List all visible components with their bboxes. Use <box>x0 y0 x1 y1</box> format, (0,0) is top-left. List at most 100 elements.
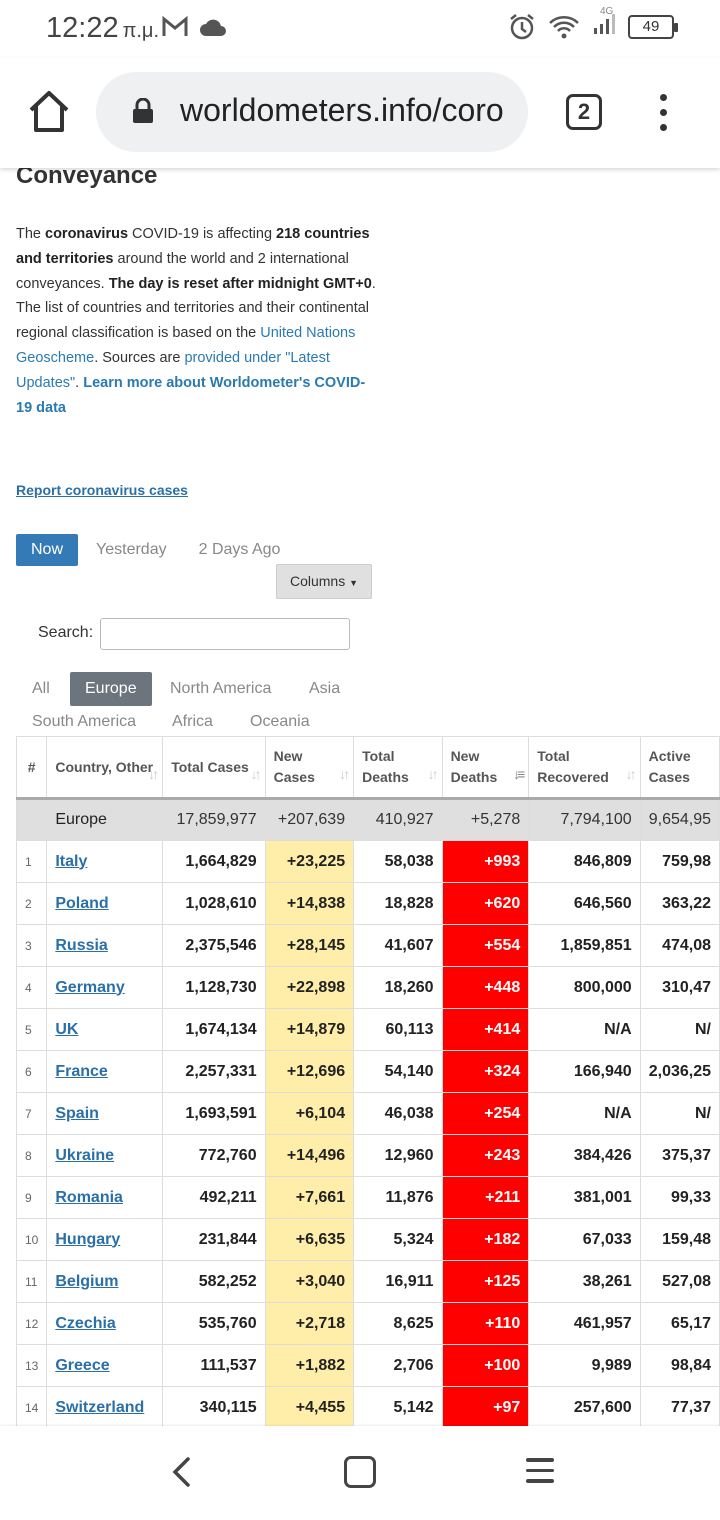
address-bar[interactable]: worldometers.info/coro <box>96 72 528 152</box>
cell-total-cases: 1,693,591 <box>162 1092 266 1135</box>
cell-country: UK <box>46 1008 164 1051</box>
header-new-cases[interactable]: New Cases ↓↑ <box>264 736 355 799</box>
section-heading: Conveyance <box>16 168 158 189</box>
search-input[interactable] <box>100 618 350 650</box>
cell-country: Spain <box>46 1092 164 1135</box>
cell-total-recovered: 846,809 <box>528 840 641 883</box>
signal-icon: 4G <box>592 6 616 41</box>
cell-active-cases: 65,17 <box>639 1302 720 1345</box>
header-country[interactable]: Country, Other ↓↑ <box>46 736 164 799</box>
cell-num: 4 <box>15 966 48 1009</box>
country-link[interactable]: Greece <box>55 1357 109 1374</box>
cell-num: 3 <box>15 924 48 967</box>
cell-num: 12 <box>15 1302 48 1345</box>
cell-new-deaths: +182 <box>441 1218 530 1261</box>
cell-new-cases: +28,145 <box>264 924 355 967</box>
cell-new-cases: +14,496 <box>264 1134 355 1177</box>
back-icon[interactable] <box>170 1456 192 1488</box>
tab-now[interactable]: Now <box>16 534 79 566</box>
country-link[interactable]: Germany <box>55 979 124 996</box>
cell-total-deaths: 18,828 <box>353 882 443 925</box>
country-link[interactable]: Poland <box>55 895 108 912</box>
country-link[interactable]: Russia <box>55 937 107 954</box>
url-text[interactable]: worldometers.info/coro <box>180 92 510 129</box>
tab-all[interactable]: All <box>32 680 50 698</box>
country-link[interactable]: Belgium <box>55 1273 118 1290</box>
country-link[interactable]: France <box>55 1063 107 1080</box>
country-link[interactable]: Italy <box>55 853 87 870</box>
header-new-deaths[interactable]: New Deaths ↓≡ <box>441 736 530 799</box>
cell-new-cases: +14,838 <box>264 882 355 925</box>
tab-oceania[interactable]: Oceania <box>250 713 310 731</box>
cell-new-deaths: +97 <box>441 1386 530 1426</box>
cell-total-recovered: 800,000 <box>528 966 641 1009</box>
cell-total-recovered: N/A <box>528 1092 641 1135</box>
intro-paragraph: The coronavirus COVID-19 is affecting 21… <box>16 226 376 416</box>
country-link[interactable]: Romania <box>55 1189 123 1206</box>
gmail-icon <box>162 16 188 36</box>
cell-total-cases: 2,375,546 <box>162 924 266 967</box>
table-row: 9 Romania 492,211 +7,661 11,876 +211 381,001 99… <box>15 1176 720 1219</box>
cell-active-cases: 363,22 <box>639 882 720 925</box>
cell-active-cases: 98,84 <box>639 1344 720 1387</box>
recent-apps-icon[interactable] <box>526 1458 554 1490</box>
country-link[interactable]: UK <box>55 1021 78 1038</box>
columns-dropdown-button[interactable]: Columns ▼ <box>276 564 372 599</box>
country-link[interactable]: Switzerland <box>55 1399 144 1416</box>
header-total-deaths[interactable]: Total Deaths ↓↑ <box>353 736 443 799</box>
cell-total-recovered: 9,989 <box>528 1344 641 1387</box>
cell-num: 7 <box>15 1092 48 1135</box>
cell-total-cases: 1,028,610 <box>162 882 266 925</box>
header-total-cases[interactable]: Total Cases ↓↑ <box>162 736 266 799</box>
home-icon[interactable] <box>26 88 72 134</box>
cell-total-recovered: 67,033 <box>528 1218 641 1261</box>
cell-new-deaths: +554 <box>441 924 530 967</box>
header-active-cases[interactable]: Active Cases <box>639 736 720 799</box>
table-row: 13 Greece 111,537 +1,882 2,706 +100 9,989 98,84 <box>15 1344 720 1387</box>
report-cases-link[interactable]: Report coronavirus cases <box>16 482 188 498</box>
cell-total-recovered: N/A <box>528 1008 641 1051</box>
cell-total-deaths: 41,607 <box>353 924 443 967</box>
cell-country: Germany <box>46 966 164 1009</box>
tab-north-america[interactable]: North America <box>170 680 271 698</box>
cell-active-cases: N/ <box>639 1092 720 1135</box>
cell-total-deaths: 58,038 <box>353 840 443 883</box>
battery-icon: 49 <box>628 14 678 39</box>
tab-europe[interactable]: Europe <box>70 672 152 706</box>
cell-new-cases: +3,040 <box>264 1260 355 1303</box>
country-link[interactable]: Czechia <box>55 1315 115 1332</box>
cell-new-cases: +1,882 <box>264 1344 355 1387</box>
header-rank[interactable]: # <box>15 736 48 799</box>
cell-total-cases: 1,664,829 <box>162 840 266 883</box>
cell-new-deaths: +993 <box>441 840 530 883</box>
cell-new-cases: +7,661 <box>264 1176 355 1219</box>
wifi-icon <box>549 15 579 38</box>
total-row: Europe 17,859,977 +207,639 410,927 +5,27… <box>15 798 720 841</box>
status-bar: 12:22 π.μ. 4G 49 <box>0 0 720 58</box>
cell-total-deaths: 8,625 <box>353 1302 443 1345</box>
table-row: 4 Germany 1,128,730 +22,898 18,260 +448 800,00… <box>15 966 720 1009</box>
cell-total-deaths: 410,927 <box>353 798 443 841</box>
tab-africa[interactable]: Africa <box>172 713 213 731</box>
cell-total-recovered: 166,940 <box>528 1050 641 1093</box>
cell-active-cases: 9,654,95 <box>639 798 720 841</box>
country-link[interactable]: Ukraine <box>55 1147 114 1164</box>
cell-new-cases: +23,225 <box>264 840 355 883</box>
tab-2-days-ago[interactable]: 2 Days Ago <box>199 541 281 559</box>
cell-active-cases: N/ <box>639 1008 720 1051</box>
tab-yesterday[interactable]: Yesterday <box>96 541 167 559</box>
cell-num: 2 <box>15 882 48 925</box>
lock-icon <box>133 98 153 123</box>
cell-total-recovered: 384,426 <box>528 1134 641 1177</box>
more-options-icon[interactable] <box>656 94 670 132</box>
country-link[interactable]: Spain <box>55 1105 99 1122</box>
country-link[interactable]: Hungary <box>55 1231 120 1248</box>
page-content: Conveyance The coronavirus COVID-19 is a… <box>0 168 720 1426</box>
tab-asia[interactable]: Asia <box>309 680 340 698</box>
header-total-recovered[interactable]: Total Recovered ↓↑ <box>528 736 641 799</box>
home-nav-icon[interactable] <box>344 1456 376 1488</box>
cell-new-deaths: +243 <box>441 1134 530 1177</box>
tab-south-america[interactable]: South America <box>32 713 136 731</box>
cell-num: 11 <box>15 1260 48 1303</box>
tab-switcher-button[interactable]: 2 <box>566 94 602 130</box>
